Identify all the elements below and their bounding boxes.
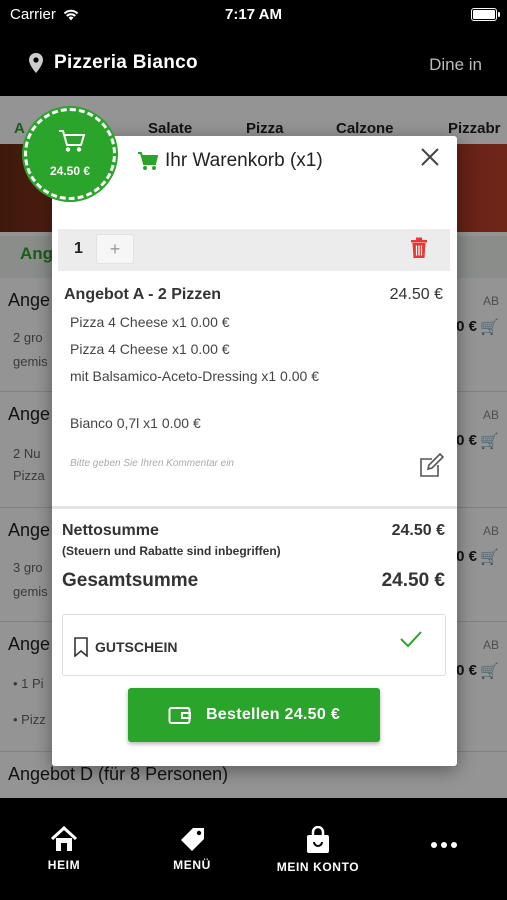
comment-field[interactable]: Bitte geben Sie Ihren Kommentar ein — [70, 458, 234, 469]
nav-home-label: HEIM — [47, 858, 81, 872]
shopping-bag-icon — [307, 826, 329, 853]
coupon-label-text: GUTSCHEIN — [95, 639, 178, 655]
divider — [52, 506, 457, 509]
restaurant-name: Pizzeria Bianco — [54, 52, 198, 73]
app-header: Pizzeria Bianco Dine in — [0, 30, 507, 96]
home-icon — [50, 826, 78, 851]
net-total-label: Nettosumme — [62, 522, 159, 539]
grand-total-value: 24.50 € — [381, 570, 445, 591]
quantity-value: 1 — [74, 240, 83, 257]
cart-sub-item: mit Balsamico-Aceto-Dressing x1 0.00 € — [70, 368, 319, 384]
increase-quantity-button[interactable]: + — [96, 234, 134, 264]
clock: 7:17 AM — [225, 6, 282, 23]
cart-title: Ihr Warenkorb (x1) — [137, 150, 323, 172]
cart-icon — [59, 130, 86, 152]
nav-home[interactable]: HEIM — [40, 826, 88, 872]
cart-title-text: Ihr Warenkorb (x1) — [165, 150, 323, 171]
battery-icon — [471, 8, 500, 21]
badge-total: 24.50 € — [49, 164, 91, 178]
cart-item-price: 24.50 € — [389, 286, 443, 303]
close-icon[interactable] — [419, 146, 441, 168]
tag-icon — [181, 828, 204, 851]
coupon-field[interactable]: GUTSCHEIN — [62, 614, 446, 676]
dine-mode-button[interactable]: Dine in — [429, 55, 482, 75]
bookmark-icon — [74, 637, 88, 657]
wallet-icon — [168, 707, 191, 724]
more-dots-icon — [431, 842, 457, 848]
more-button[interactable] — [428, 838, 460, 852]
edit-icon[interactable] — [419, 452, 445, 478]
cart-sub-item: Pizza 4 Cheese x1 0.00 € — [70, 341, 230, 357]
cart-item-name: Angebot A - 2 Pizzen — [64, 286, 222, 303]
coupon-label: GUTSCHEIN — [73, 637, 177, 657]
cart-sub-item: Pizza 4 Cheese x1 0.00 € — [70, 314, 230, 330]
order-button-label: Bestellen 24.50 € — [205, 706, 341, 723]
nav-menu[interactable]: MENÜ — [164, 826, 220, 872]
cart-modal: Ihr Warenkorb (x1) 1 + Angebot A - 2 Piz… — [52, 136, 457, 766]
nav-menu-label: MENÜ — [173, 858, 211, 872]
restaurant-selector[interactable]: Pizzeria Bianco — [28, 52, 198, 74]
trash-icon[interactable] — [410, 237, 428, 259]
location-pin-icon — [29, 53, 43, 73]
net-total-note: (Steuern und Rabatte sind inbegriffen) — [62, 544, 281, 558]
cart-icon — [138, 152, 159, 170]
nav-account[interactable]: MEIN KONTO — [270, 826, 366, 874]
nav-account-label: MEIN KONTO — [276, 860, 360, 874]
checkmark-icon[interactable] — [399, 629, 423, 649]
bottom-nav: HEIM MENÜ MEIN KONTO — [0, 798, 507, 900]
status-bar: Carrier 7:17 AM — [0, 0, 507, 30]
cart-total-badge[interactable]: 24.50 € — [24, 108, 116, 200]
cart-sub-item: Bianco 0,7l x1 0.00 € — [70, 415, 201, 431]
order-button[interactable]: Bestellen 24.50 € — [128, 688, 380, 742]
grand-total-label: Gesamtsumme — [62, 570, 199, 591]
net-total-value: 24.50 € — [391, 522, 445, 539]
quantity-bar: 1 + — [58, 229, 450, 271]
